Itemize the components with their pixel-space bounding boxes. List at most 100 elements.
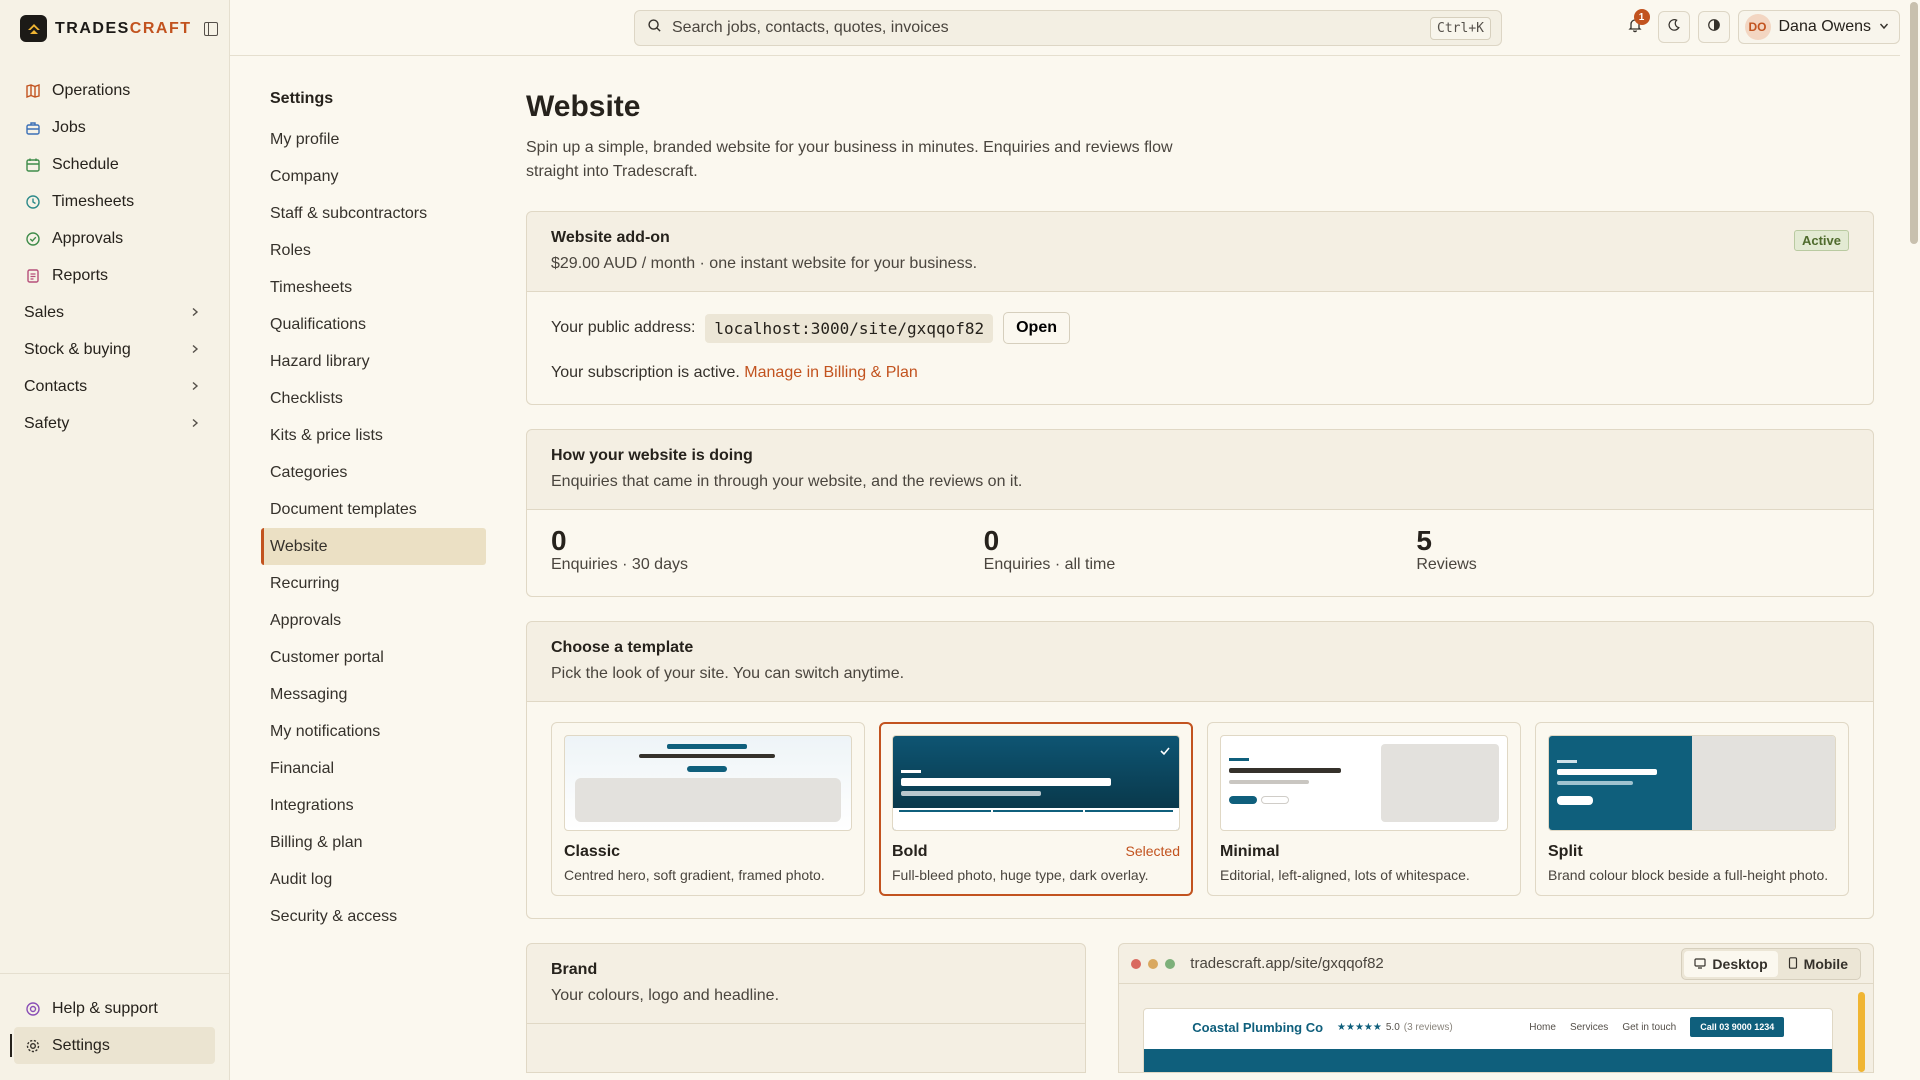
shortcut-hint: Ctrl+K xyxy=(1430,16,1491,40)
user-menu-button[interactable]: DO Dana Owens xyxy=(1737,10,1900,44)
preview-nav-home: Home xyxy=(1529,1021,1556,1033)
mobile-toggle[interactable]: Mobile xyxy=(1778,951,1858,977)
template-name: Minimal xyxy=(1220,843,1280,860)
brand-card: Brand Your colours, logo and headline. xyxy=(526,943,1087,1073)
public-address[interactable]: localhost:3000/site/gxqqof82 xyxy=(705,313,994,343)
check-circle-icon xyxy=(24,231,42,247)
stats-row: 0 Enquiries · 30 days 0 Enquiries · all … xyxy=(527,510,1873,596)
nav-item-schedule[interactable]: Schedule xyxy=(14,146,216,183)
map-icon xyxy=(24,83,42,99)
settings-item-my-profile[interactable]: My profile xyxy=(261,121,486,158)
template-option-bold[interactable]: Bold Selected Full-bleed photo, huge type… xyxy=(879,722,1193,896)
settings-item-billing[interactable]: Billing & plan xyxy=(261,824,486,861)
settings-item-staff[interactable]: Staff & subcontractors xyxy=(261,195,486,232)
nav-label: Timesheets xyxy=(52,192,135,210)
preview-hero xyxy=(1144,1049,1833,1072)
avatar: DO xyxy=(1744,14,1771,40)
template-option-minimal[interactable]: Minimal Editorial, left-aligned, lots of… xyxy=(1207,722,1521,896)
stat-reviews: 5 Reviews xyxy=(1416,526,1849,574)
nav-label: Safety xyxy=(24,414,70,432)
settings-item-timesheets[interactable]: Timesheets xyxy=(261,269,486,306)
nav-item-help[interactable]: Help & support xyxy=(14,990,215,1027)
nav-item-contacts[interactable]: Contacts xyxy=(14,368,216,405)
nav-item-stock-buying[interactable]: Stock & buying xyxy=(14,331,216,368)
search-input[interactable]: Search jobs, contacts, quotes, invoices … xyxy=(634,10,1502,46)
template-option-classic[interactable]: Classic Centred hero, soft gradient, fra… xyxy=(551,722,865,896)
page-scrollbar[interactable] xyxy=(1910,2,1918,244)
template-option-split[interactable]: Split Brand colour block beside a full-h… xyxy=(1535,722,1849,896)
gear-icon xyxy=(24,1038,42,1054)
settings-item-website[interactable]: Website xyxy=(261,528,486,565)
open-site-button[interactable]: Open xyxy=(1003,312,1070,344)
chevron-right-icon xyxy=(190,415,200,433)
sidebar-footer: Help & support Settings xyxy=(0,973,229,1064)
nav-item-jobs[interactable]: Jobs xyxy=(14,109,216,146)
addon-title: Website add-on xyxy=(551,229,670,246)
search-placeholder: Search jobs, contacts, quotes, invoices xyxy=(672,19,949,36)
settings-item-security[interactable]: Security & access xyxy=(261,898,486,935)
device-toggle: Desktop Mobile xyxy=(1681,947,1861,980)
preview-site-name: Coastal Plumbing Co xyxy=(1192,1019,1324,1035)
nav-label: Sales xyxy=(24,303,65,321)
nav-item-approvals[interactable]: Approvals xyxy=(14,220,216,257)
template-description: Brand colour block beside a full-height … xyxy=(1548,867,1829,883)
nav-item-safety[interactable]: Safety xyxy=(14,405,216,442)
preview-scrollbar[interactable] xyxy=(1858,992,1865,1072)
report-icon xyxy=(24,268,42,284)
moon-icon xyxy=(1667,18,1681,37)
stat-value: 0 xyxy=(551,525,567,556)
preview-toolbar: tradescraft.app/site/gxqqof82 Desktop Mo… xyxy=(1119,944,1873,984)
settings-item-messaging[interactable]: Messaging xyxy=(261,676,486,713)
nav-item-sales[interactable]: Sales xyxy=(14,294,216,331)
brand[interactable]: TRADESCRAFT xyxy=(20,15,218,42)
subscription-text: Your subscription is active. xyxy=(551,364,740,381)
template-thumbnail xyxy=(1220,735,1508,831)
settings-item-kits[interactable]: Kits & price lists xyxy=(261,417,486,454)
nav-item-settings[interactable]: Settings xyxy=(10,1027,215,1064)
settings-item-approvals[interactable]: Approvals xyxy=(261,602,486,639)
template-name: Bold xyxy=(892,843,928,860)
chevron-down-icon xyxy=(1879,18,1889,36)
stat-value: 5 xyxy=(1416,525,1432,556)
settings-item-my-notifications[interactable]: My notifications xyxy=(261,713,486,750)
contrast-button[interactable] xyxy=(1697,11,1730,43)
notification-badge: 1 xyxy=(1633,9,1650,25)
nav-item-reports[interactable]: Reports xyxy=(14,257,216,294)
settings-item-customer-portal[interactable]: Customer portal xyxy=(261,639,486,676)
settings-item-company[interactable]: Company xyxy=(261,158,486,195)
desktop-toggle[interactable]: Desktop xyxy=(1684,950,1778,977)
settings-item-financial[interactable]: Financial xyxy=(261,750,486,787)
help-icon xyxy=(24,1001,42,1017)
settings-item-hazard-library[interactable]: Hazard library xyxy=(261,343,486,380)
nav-label: Operations xyxy=(52,81,131,99)
settings-item-roles[interactable]: Roles xyxy=(261,232,486,269)
settings-item-audit-log[interactable]: Audit log xyxy=(261,861,486,898)
settings-item-categories[interactable]: Categories xyxy=(261,454,486,491)
settings-item-document-templates[interactable]: Document templates xyxy=(261,491,486,528)
brand-preview-row: Brand Your colours, logo and headline. t… xyxy=(526,943,1874,1080)
star-rating: ★★★★★ xyxy=(1337,1021,1382,1033)
sidebar: TRADESCRAFT Operations Jobs Schedule Tim… xyxy=(0,0,230,1080)
nav-item-timesheets[interactable]: Timesheets xyxy=(14,183,216,220)
notifications-button[interactable]: 1 xyxy=(1620,9,1650,42)
preview-nav-services: Services xyxy=(1569,1021,1609,1033)
calendar-icon xyxy=(24,157,42,173)
settings-item-recurring[interactable]: Recurring xyxy=(261,565,486,602)
nav-item-operations[interactable]: Operations xyxy=(14,72,216,109)
brand-subtitle: Your colours, logo and headline. xyxy=(551,987,780,1004)
nav-label: Schedule xyxy=(52,155,119,173)
mobile-label: Mobile xyxy=(1803,955,1848,972)
settings-item-qualifications[interactable]: Qualifications xyxy=(261,306,486,343)
brand-card-header: Brand Your colours, logo and headline. xyxy=(527,944,1086,1024)
theme-toggle-button[interactable] xyxy=(1657,11,1690,43)
template-grid: Classic Centred hero, soft gradient, fra… xyxy=(527,702,1873,918)
settings-nav: Settings My profile Company Staff & subc… xyxy=(261,90,486,935)
settings-item-checklists[interactable]: Checklists xyxy=(261,380,486,417)
stat-value: 0 xyxy=(983,525,1000,556)
address-row: Your public address: localhost:3000/site… xyxy=(551,312,1849,344)
preview-site-nav: Coastal Plumbing Co ★★★★★ 5.0 (3 reviews… xyxy=(1144,1009,1832,1045)
settings-item-integrations[interactable]: Integrations xyxy=(261,787,486,824)
manage-billing-link[interactable]: Manage in Billing & Plan xyxy=(744,364,917,381)
collapse-sidebar-icon[interactable] xyxy=(203,21,218,36)
brand-title: Brand xyxy=(551,961,598,978)
